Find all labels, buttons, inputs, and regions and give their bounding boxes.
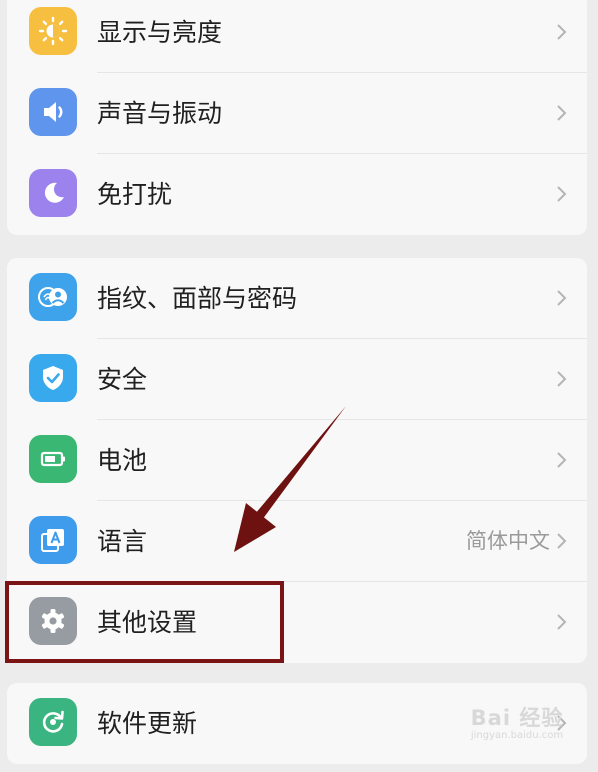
annotation-arrow-icon [234, 406, 346, 552]
watermark-main: Bai 经验 [470, 706, 564, 730]
watermark: Bai 经验 jingyan.baidu.com [462, 706, 572, 750]
watermark-sub: jingyan.baidu.com [470, 730, 564, 742]
